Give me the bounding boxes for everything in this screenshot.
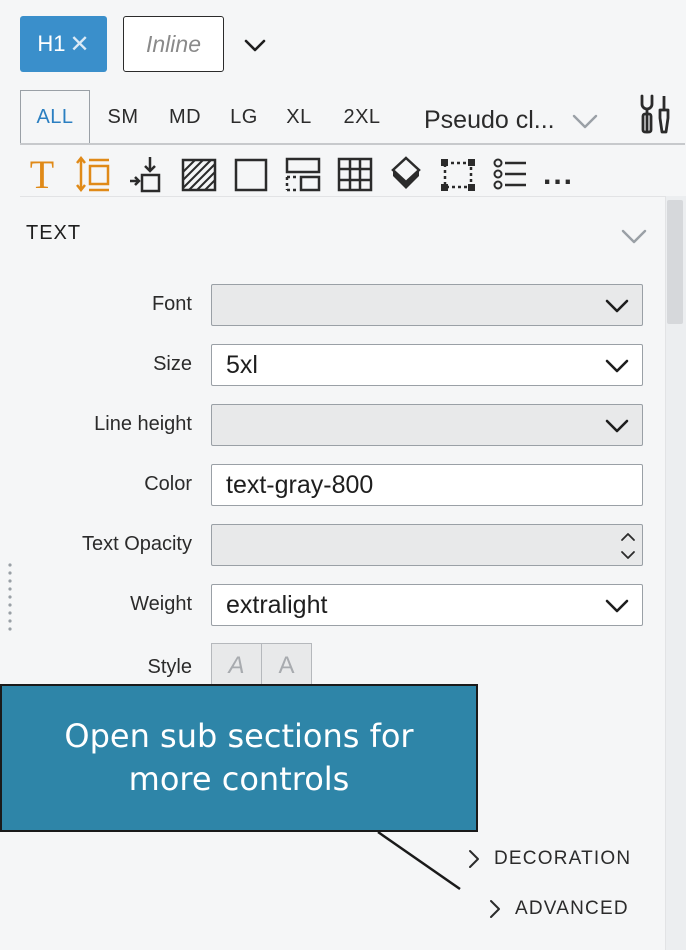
normal-style-button[interactable]: A <box>261 643 312 689</box>
more-icon[interactable]: ... <box>543 158 574 192</box>
background-icon[interactable] <box>180 155 220 195</box>
chevron-down-icon[interactable] <box>618 220 650 252</box>
tab-breakpoint-md[interactable]: MD <box>160 90 210 144</box>
chevron-down-icon[interactable] <box>240 30 270 60</box>
tab-breakpoint-xl[interactable]: XL <box>276 90 322 144</box>
text-opacity-input[interactable] <box>211 524 643 566</box>
chevron-down-icon <box>605 299 629 313</box>
size-label: Size <box>153 353 192 375</box>
line-height-label: Line height <box>94 413 192 435</box>
weight-value: extralight <box>226 590 328 619</box>
color-label: Color <box>144 473 192 495</box>
font-label: Font <box>151 293 192 315</box>
chevron-down-icon[interactable] <box>570 106 600 136</box>
svg-text:T: T <box>30 155 54 195</box>
section-title[interactable]: TEXT <box>26 222 81 245</box>
chevron-down-icon <box>605 419 629 433</box>
position-icon[interactable] <box>128 155 168 195</box>
layout-icon[interactable] <box>284 155 324 195</box>
chevron-down-icon <box>605 599 629 613</box>
weight-select[interactable]: extralight <box>211 584 643 626</box>
color-input[interactable]: text-gray-800 <box>211 464 643 506</box>
advanced-subsection[interactable]: ADVANCED <box>489 898 629 920</box>
scrollbar-thumb[interactable] <box>667 200 683 324</box>
decoration-label: DECORATION <box>494 848 632 869</box>
weight-label: Weight <box>130 593 192 615</box>
effects-icon[interactable] <box>386 155 426 195</box>
tooltip-callout: Open sub sections for more controls <box>0 684 478 832</box>
typography-icon[interactable]: T <box>22 155 62 195</box>
element-tag-chip[interactable]: H1 ✕ <box>20 16 107 72</box>
tab-breakpoint-2xl[interactable]: 2XL <box>334 90 390 144</box>
panel-divider <box>20 196 665 197</box>
tab-breakpoint-sm[interactable]: SM <box>96 90 150 144</box>
advanced-label: ADVANCED <box>515 898 629 919</box>
chevron-right-icon <box>469 850 479 868</box>
list-icon[interactable] <box>490 155 530 195</box>
transform-icon[interactable] <box>438 155 478 195</box>
font-select[interactable] <box>211 284 643 326</box>
text-opacity-label: Text Opacity <box>81 533 192 555</box>
grid-icon[interactable] <box>336 155 376 195</box>
decoration-subsection[interactable]: DECORATION <box>468 848 631 870</box>
spacing-icon[interactable] <box>75 155 115 195</box>
chevron-right-icon <box>490 900 500 918</box>
italic-style-button[interactable]: A <box>211 643 262 689</box>
line-height-select[interactable] <box>211 404 643 446</box>
border-icon[interactable] <box>232 155 272 195</box>
size-value: 5xl <box>226 350 258 379</box>
element-tag-label: H1 <box>37 31 66 56</box>
tools-icon[interactable] <box>634 92 678 136</box>
style-label: Style <box>147 656 192 678</box>
stepper-icon[interactable] <box>620 529 636 563</box>
tabs-divider <box>20 143 685 145</box>
size-select[interactable]: 5xl <box>211 344 643 386</box>
close-icon[interactable]: ✕ <box>70 30 90 59</box>
inline-button[interactable]: Inline <box>123 16 224 72</box>
tab-breakpoint-all[interactable]: ALL <box>20 90 90 144</box>
color-value: text-gray-800 <box>226 470 374 499</box>
tab-breakpoint-lg[interactable]: LG <box>220 90 268 144</box>
chevron-down-icon <box>605 359 629 373</box>
resize-grip-icon[interactable] <box>8 562 12 632</box>
